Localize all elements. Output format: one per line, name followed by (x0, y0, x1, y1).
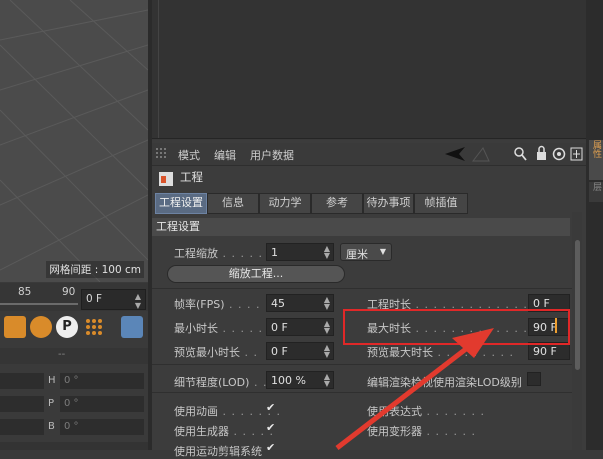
keyframe-icon[interactable] (4, 316, 26, 338)
coords-header: -- (0, 348, 148, 364)
current-frame-value: 0 F (86, 293, 103, 305)
tab-project-settings[interactable]: 工程设置 (155, 193, 207, 214)
coord-left-field[interactable] (0, 396, 44, 412)
unit-dropdown[interactable]: 厘米 ▼ (340, 243, 392, 261)
annotation-arrow-icon (335, 328, 494, 450)
coord-axis-label: B (48, 421, 55, 432)
tab-reference[interactable]: 参考 (311, 193, 363, 214)
project-icon (159, 172, 173, 186)
coord-h-field[interactable]: 0 ° (60, 373, 144, 389)
ruler-tick-90: 90 (62, 286, 76, 298)
coord-left-field[interactable] (0, 419, 44, 435)
tab-frame-interpolation[interactable]: 帧插值 (414, 193, 468, 214)
menu-user-data[interactable]: 用户数据 (250, 147, 294, 163)
back-arrow-icon (445, 147, 465, 161)
tab-layers[interactable]: 层 (589, 182, 603, 202)
scrollbar-thumb[interactable] (575, 240, 580, 370)
coord-axis-label: P (48, 398, 55, 409)
up-arrow-icon (471, 147, 490, 162)
spinner-icon[interactable]: ▲ ▼ (135, 292, 141, 310)
tab-todo[interactable]: 待办事项 (363, 193, 414, 214)
lod-render-checkbox[interactable] (527, 372, 541, 386)
dots-grid-icon[interactable] (83, 316, 105, 338)
coord-p-field[interactable]: 0 ° (60, 396, 144, 412)
project-scale-label: 工程缩放 . . . . . . (174, 247, 272, 260)
parking-icon[interactable]: P (56, 316, 78, 338)
coords-separator: -- (58, 349, 66, 360)
autokey-icon[interactable] (30, 316, 52, 338)
coord-row-b: B 0 ° (0, 418, 148, 438)
coord-row-p: P 0 ° (0, 395, 148, 415)
search-icon (514, 147, 524, 157)
grip-icon[interactable] (156, 148, 170, 160)
coord-b-field[interactable]: 0 ° (60, 419, 144, 435)
project-scale-field[interactable]: 1 ▲ ▼ (266, 243, 334, 261)
section-title: 工程设置 (152, 218, 570, 236)
menu-edit[interactable]: 编辑 (214, 147, 236, 163)
coords-footer (0, 442, 148, 450)
lock-icon (537, 152, 546, 160)
object-name: 工程 (180, 170, 203, 184)
coord-row-h: H 0 ° (0, 372, 148, 392)
ruler-tick-85: 85 (18, 286, 32, 298)
grid-spacing-readout: 网格间距 : 100 cm (46, 261, 144, 278)
right-tab-strip (586, 0, 603, 450)
coord-axis-label: H (48, 375, 56, 386)
viewport[interactable]: 网格间距 : 100 cm (0, 0, 148, 282)
tab-attributes[interactable]: 属性 (589, 140, 603, 180)
film-icon[interactable] (121, 316, 143, 338)
top-panel (152, 0, 586, 139)
coord-left-field[interactable] (0, 373, 44, 389)
menubar-icons (445, 145, 583, 162)
chevron-down-icon: ▼ (379, 247, 386, 256)
timeline-bar (0, 303, 78, 305)
spinner-icon: ▲ ▼ (323, 244, 330, 260)
grid-floor (0, 0, 148, 282)
tab-info[interactable]: 信息 (207, 193, 259, 214)
menu-mode[interactable]: 模式 (178, 147, 200, 163)
tab-dynamics[interactable]: 动力学 (259, 193, 311, 214)
current-frame-field[interactable]: 0 F ▲ ▼ (81, 289, 146, 310)
